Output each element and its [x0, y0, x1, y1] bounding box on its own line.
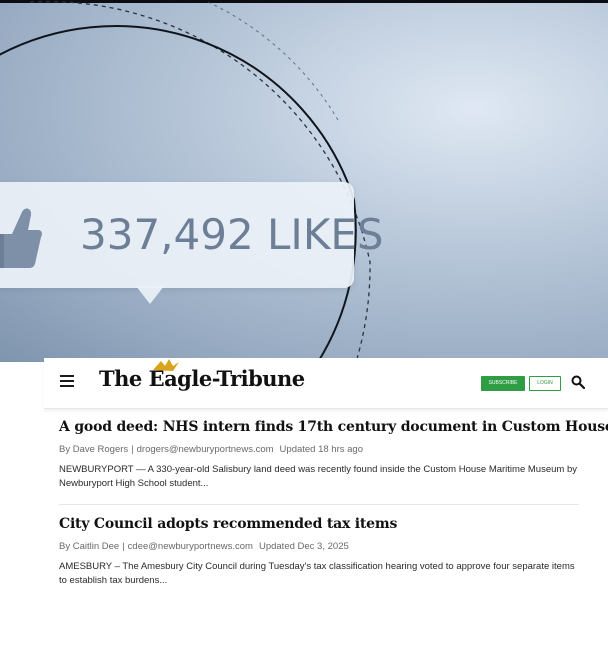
article-author[interactable]: By Caitlin Dee [59, 541, 119, 552]
login-button[interactable]: LOGIN [529, 376, 561, 391]
hero-image: 337,492 LIKES [0, 0, 608, 362]
article-author[interactable]: By Dave Rogers [59, 444, 128, 455]
article-updated: Updated 18 hrs ago [279, 444, 363, 455]
article-headline[interactable]: City Council adopts recommended tax item… [59, 516, 579, 532]
article-byline: By Caitlin Dee | cdee@newburyportnews.com U… [59, 541, 349, 552]
site-logo[interactable]: The Eagle-Tribune [99, 366, 305, 391]
article-email[interactable]: drogers@newburyportnews.com [137, 444, 274, 455]
decorative-rings [0, 0, 371, 362]
article-divider [59, 504, 579, 505]
article-card[interactable]: City Council adopts recommended tax item… [59, 516, 579, 588]
subscribe-button[interactable]: SUBSCRIBE [481, 376, 525, 391]
article-updated: Updated Dec 3, 2025 [258, 541, 349, 552]
like-bubble-tail [136, 286, 164, 304]
hamburger-menu-icon[interactable] [60, 375, 74, 387]
article-byline: By Dave Rogers | drogers@newburyportnews.c… [59, 444, 363, 455]
site-header: The Eagle-Tribune SUBSCRIBE LOGIN [44, 358, 608, 409]
article-excerpt: NEWBURYPORT — A 330-year-old Salisbury l… [59, 464, 577, 489]
article-excerpt: AMESBURY – The Amesbury City Council dur… [59, 561, 575, 586]
thumbs-up-icon [0, 208, 42, 268]
article-card[interactable]: A good deed: NHS intern finds 17th centu… [59, 419, 608, 491]
news-app: The Eagle-Tribune SUBSCRIBE LOGIN A good… [44, 358, 608, 658]
article-email[interactable]: cdee@newburyportnews.com [128, 541, 253, 552]
search-icon[interactable] [571, 375, 585, 389]
likes-count: 337,492 LIKES [80, 210, 384, 259]
article-headline[interactable]: A good deed: NHS intern finds 17th centu… [59, 419, 608, 435]
